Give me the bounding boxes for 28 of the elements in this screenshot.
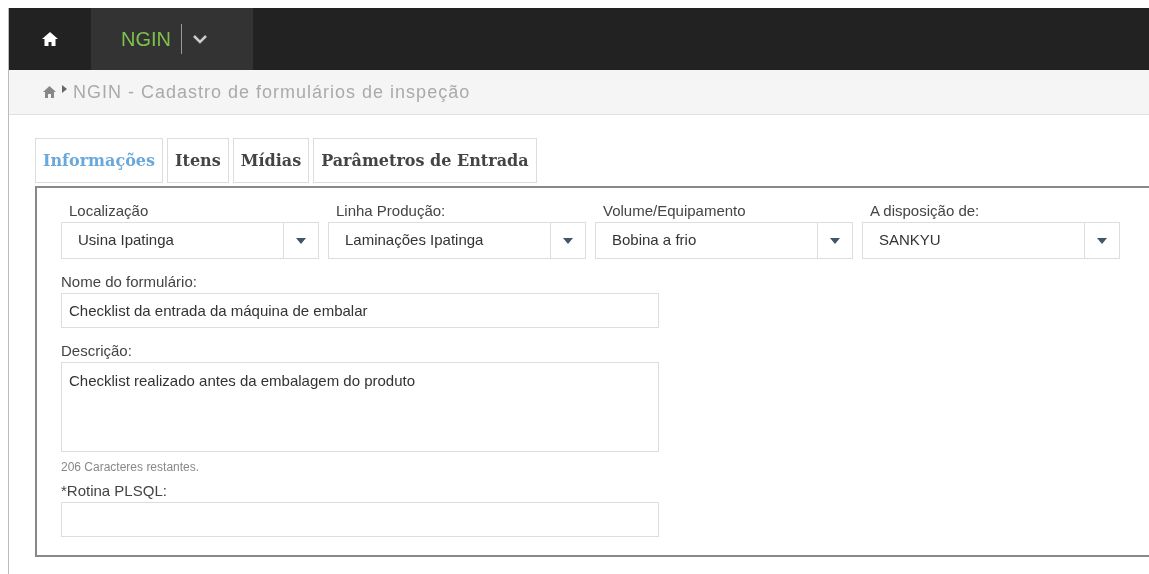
module-menu[interactable]: NGIN [91,8,253,70]
tab[interactable]: Itens [167,138,229,183]
select-field[interactable]: Bobina a frio [595,222,853,259]
select-field[interactable]: Laminações Ipatinga [328,222,586,259]
field-label: A disposição de: [869,201,981,221]
breadcrumb-text: NGIN - Cadastro de formulários de inspeção [73,80,471,104]
field-label: Nome do formulário: [61,272,198,292]
caret-down-icon [830,237,840,244]
caret-down-icon [1097,237,1107,244]
character-counter: 206 Caracteres restantes. [61,459,201,476]
caret-right-icon [62,85,67,93]
tab[interactable]: Parâmetros de Entrada [313,138,537,183]
field-label: Volume/Equipamento [602,201,747,221]
field-label: Descrição: [61,341,133,361]
home-icon [43,86,56,98]
tab[interactable]: Mídias [232,138,310,183]
textarea-field[interactable]: Checklist realizado antes da embalagem do produto [61,362,659,452]
home-icon [42,32,58,46]
caret-down-icon [563,237,573,244]
select-field[interactable]: Usina Ipatinga [61,222,319,259]
chevron-down-icon [192,34,208,44]
input-field[interactable] [61,502,659,537]
select-field[interactable]: SANKYU [862,222,1120,259]
caret-down-icon [296,237,306,244]
field-label: Linha Produção: [335,201,447,221]
input-field[interactable]: Checklist da entrada da máquina de embalar [61,293,659,328]
field-label: *Rotina PLSQL: [61,481,168,501]
field-label: Localização [68,201,150,221]
